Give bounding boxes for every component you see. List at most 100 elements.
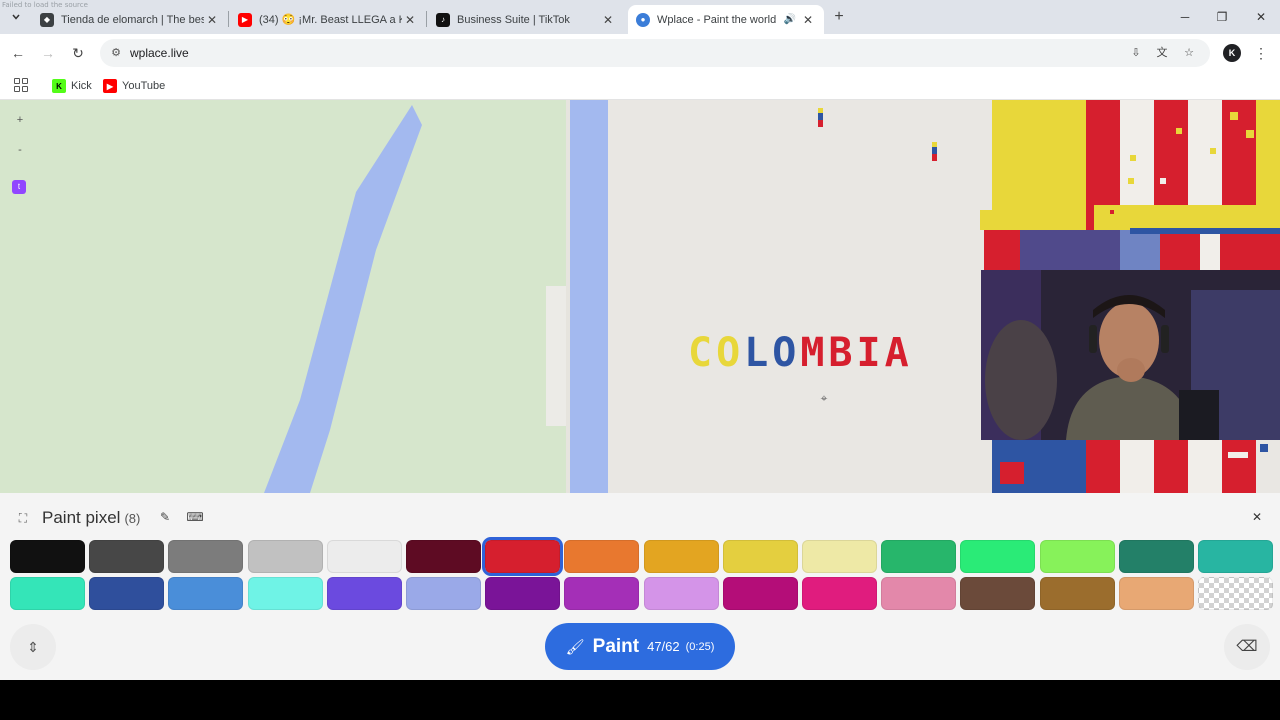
install-app-icon[interactable]: ⇩: [1128, 45, 1144, 61]
kick-icon: K: [52, 79, 66, 93]
color-swatch[interactable]: [406, 577, 481, 610]
color-swatch[interactable]: [960, 540, 1036, 573]
color-swatch[interactable]: [881, 577, 957, 610]
paint-button[interactable]: 🖌 Paint 47/62 (0:25): [545, 623, 735, 670]
color-swatch[interactable]: [247, 540, 323, 573]
color-swatch[interactable]: [643, 577, 719, 610]
browser-menu-icon[interactable]: ⋮: [1254, 43, 1268, 63]
apps-grid-icon[interactable]: [14, 78, 28, 92]
color-swatch[interactable]: [960, 577, 1036, 610]
close-tab-icon[interactable]: ✕: [600, 13, 616, 27]
twitch-icon[interactable]: t: [12, 180, 26, 194]
pixel-art-letters-blue: LO: [744, 330, 801, 376]
color-swatch[interactable]: [564, 577, 640, 610]
color-swatch[interactable]: [326, 577, 402, 610]
paint-label: Paint: [592, 635, 640, 657]
forward-arrow-icon[interactable]: →: [38, 43, 58, 63]
panel-title: Paint pixel (8): [42, 508, 140, 528]
youtube-icon: ▶: [103, 79, 117, 93]
pixel-art-text: COLOMBIA: [688, 330, 913, 376]
color-swatch[interactable]: [10, 540, 85, 573]
color-swatch[interactable]: [406, 540, 481, 573]
audio-playing-icon[interactable]: 🔊: [780, 14, 800, 25]
streamer-webcam-overlay: [981, 270, 1280, 440]
bookmark-star-icon[interactable]: ☆: [1181, 45, 1197, 61]
color-swatch[interactable]: [89, 540, 165, 573]
color-swatch[interactable]: [485, 577, 561, 610]
pixel-art-letters-yellow: CO: [688, 330, 745, 376]
minimize-icon[interactable]: ─: [1176, 8, 1194, 26]
reload-icon[interactable]: ↻: [68, 43, 88, 63]
eraser-button[interactable]: ⌫: [1224, 624, 1270, 670]
bookmark-label: Kick: [71, 80, 92, 92]
collapse-panel-button[interactable]: ⇕: [10, 624, 56, 670]
close-panel-button[interactable]: ✕: [1246, 506, 1268, 528]
profile-avatar[interactable]: K: [1223, 44, 1241, 62]
close-tab-icon[interactable]: ✕: [800, 13, 816, 27]
color-swatch[interactable]: [881, 540, 957, 573]
tab-divider: [228, 11, 229, 27]
transparent-swatch[interactable]: [1198, 577, 1273, 610]
color-swatch[interactable]: [1039, 577, 1115, 610]
color-swatch[interactable]: [643, 540, 719, 573]
tab-strip: Failed to load the source ◆ Tienda de el…: [0, 0, 1280, 34]
bookmarks-bar: K Kick ▶ YouTube: [0, 72, 1280, 100]
color-swatch[interactable]: [89, 577, 165, 610]
eyedropper-icon[interactable]: ✎: [156, 508, 174, 526]
color-swatch-selected[interactable]: [482, 537, 564, 576]
tab-wplace[interactable]: ● Wplace - Paint the world 🔊 ✕: [628, 5, 824, 34]
color-swatch[interactable]: [247, 577, 323, 610]
color-swatch[interactable]: [10, 577, 85, 610]
color-swatch[interactable]: [722, 540, 798, 573]
back-arrow-icon[interactable]: ←: [8, 43, 28, 63]
tab-divider: [426, 11, 427, 27]
browser-toolbar: ← → ↻ ⚙ wplace.live ⇩ 文 ☆ K ⋮: [0, 34, 1280, 72]
brush-icon: 🖌: [565, 638, 585, 656]
color-swatch[interactable]: [1118, 577, 1194, 610]
bookmark-kick[interactable]: K Kick: [52, 77, 92, 95]
screen: Failed to load the source ◆ Tienda de el…: [0, 0, 1280, 720]
tab-tiktok-business[interactable]: ♪ Business Suite | TikTok ✕: [428, 5, 624, 34]
close-window-icon[interactable]: ✕: [1252, 8, 1270, 26]
color-swatch[interactable]: [802, 540, 877, 573]
tab-title: Wplace - Paint the world: [657, 13, 777, 26]
zoom-in-button[interactable]: +: [10, 110, 30, 130]
translate-icon[interactable]: 文: [1154, 45, 1170, 61]
restore-icon[interactable]: ❐: [1213, 8, 1231, 26]
color-swatch[interactable]: [1198, 540, 1273, 573]
close-tab-icon[interactable]: ✕: [402, 13, 418, 27]
tiktok-favicon-icon: ♪: [436, 12, 450, 27]
tab-youtube-mrbeast[interactable]: ▶ (34) 😳 ¡Mr. Beast LLEGA a KICK ✕: [230, 5, 426, 34]
paint-timer: (0:25): [685, 640, 715, 653]
color-swatch[interactable]: [564, 540, 640, 573]
color-swatch[interactable]: [168, 540, 244, 573]
color-swatch[interactable]: [1039, 540, 1115, 573]
crosshair-cursor-icon: ⌖: [820, 391, 828, 405]
new-tab-button[interactable]: +: [830, 8, 848, 26]
pixel-count: (8): [124, 511, 141, 526]
tab-search-chevron-icon[interactable]: [6, 7, 26, 27]
url-text[interactable]: wplace.live: [130, 46, 189, 60]
pixel-art-letters-red: MBIA: [800, 330, 913, 376]
webcam-person-image: [981, 270, 1280, 440]
site-info-icon[interactable]: ⚙: [108, 45, 124, 61]
bookmark-youtube[interactable]: ▶ YouTube: [103, 77, 165, 95]
keyboard-icon[interactable]: ⌨: [186, 508, 204, 526]
tab-title: Tienda de elomarch | The best C: [61, 13, 204, 26]
shop-favicon-icon: ◆: [40, 12, 54, 27]
globe-favicon-icon: ●: [636, 12, 650, 27]
address-bar[interactable]: ⚙ wplace.live ⇩ 文 ☆: [100, 39, 1210, 67]
expand-icon[interactable]: ⛶: [14, 509, 32, 527]
paint-panel: ⛶ Paint pixel (8) ✎ ⌨ ✕ ⇕ 🖌 Paint 47/62 (…: [0, 493, 1280, 680]
paint-charges: 47/62: [647, 639, 680, 654]
color-swatch[interactable]: [1118, 540, 1194, 573]
color-swatch[interactable]: [802, 577, 877, 610]
close-tab-icon[interactable]: ✕: [204, 13, 220, 27]
color-swatch[interactable]: [722, 577, 798, 610]
bottom-letterbox: [0, 680, 1280, 720]
color-swatch[interactable]: [326, 540, 402, 573]
tab-elomarch-shop[interactable]: ◆ Tienda de elomarch | The best C ✕: [32, 5, 228, 34]
color-swatch[interactable]: [168, 577, 244, 610]
zoom-out-button[interactable]: -: [10, 140, 30, 160]
bookmark-label: YouTube: [122, 80, 166, 92]
